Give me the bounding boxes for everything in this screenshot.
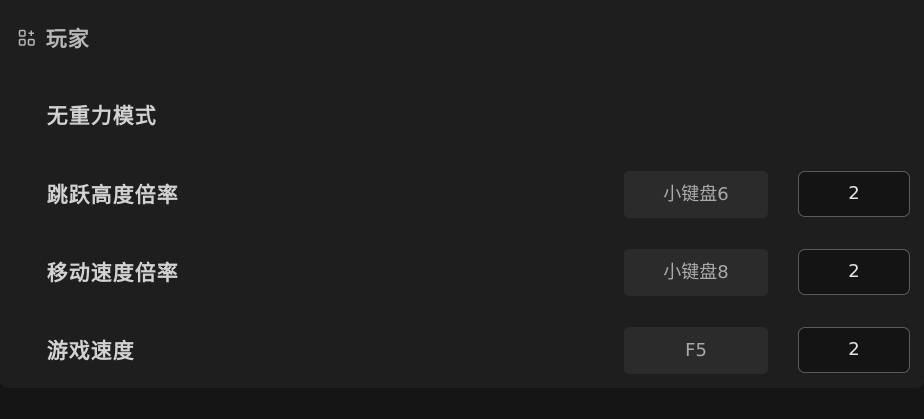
setting-label: 游戏速度 bbox=[47, 339, 135, 363]
hotkey-button[interactable]: F5 bbox=[624, 327, 768, 374]
section-header: 玩家 bbox=[18, 24, 90, 52]
hotkey-button[interactable]: 小键盘8 bbox=[624, 249, 768, 296]
setting-row-game-speed: 游戏速度 F5 bbox=[0, 327, 924, 375]
setting-row-no-gravity[interactable]: 无重力模式 bbox=[0, 92, 924, 140]
setting-row-move-speed: 移动速度倍率 小键盘8 bbox=[0, 249, 924, 297]
setting-row-jump-height: 跳跃高度倍率 小键盘6 bbox=[0, 171, 924, 219]
apps-add-icon bbox=[18, 29, 36, 47]
setting-label: 无重力模式 bbox=[47, 104, 157, 128]
setting-label: 跳跃高度倍率 bbox=[47, 183, 179, 207]
multiplier-input[interactable] bbox=[798, 171, 910, 217]
player-settings-panel: 玩家 无重力模式 跳跃高度倍率 小键盘6 移动速度倍率 小键盘8 游戏速度 F5 bbox=[0, 0, 924, 388]
hotkey-button[interactable]: 小键盘6 bbox=[624, 171, 768, 218]
section-title: 玩家 bbox=[46, 27, 90, 51]
multiplier-input[interactable] bbox=[798, 327, 910, 373]
setting-label: 移动速度倍率 bbox=[47, 261, 179, 285]
multiplier-input[interactable] bbox=[798, 249, 910, 295]
